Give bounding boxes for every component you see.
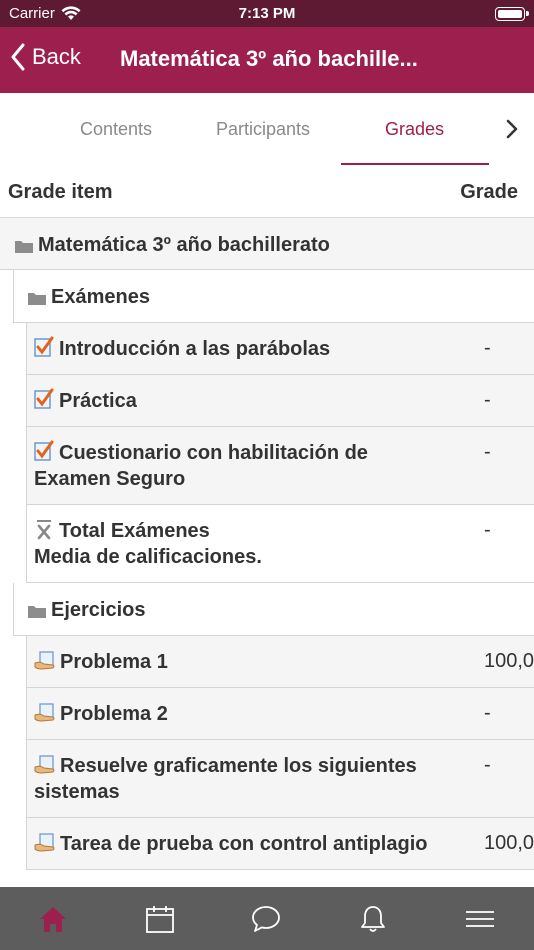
grade-value: - — [484, 389, 491, 411]
assignment-hand-icon — [34, 703, 55, 722]
category-label: Exámenes — [27, 286, 150, 308]
header-grade-item: Grade item — [8, 181, 113, 203]
grade-item-row[interactable]: Tarea de prueba con control antiplagio 1… — [26, 818, 534, 870]
grade-item-row[interactable]: Problema 2 - — [26, 688, 534, 740]
mean-x-bar-icon — [37, 520, 51, 540]
assignment-hand-icon — [34, 833, 55, 852]
folder-icon — [28, 606, 46, 618]
back-label: Back — [32, 44, 81, 69]
grade-total-row[interactable]: Total Exámenes Media de calificaciones. … — [26, 505, 534, 583]
tab-contents[interactable]: Contents — [80, 119, 152, 140]
tab-strip: Contents Participants Grades — [0, 93, 534, 165]
home-icon[interactable] — [38, 904, 68, 934]
category-row: Ejercicios — [13, 583, 534, 636]
assignment-hand-icon — [34, 651, 55, 670]
grade-item-sublabel: Media de calificaciones. — [34, 546, 262, 568]
grade-value: - — [484, 754, 491, 776]
navigation-bar: Back Matemática 3º año bachille... — [0, 27, 534, 93]
grade-item-row[interactable]: Práctica - — [26, 375, 534, 427]
category-label: Ejercicios — [27, 599, 146, 621]
header-grade: Grade — [460, 181, 518, 203]
quiz-check-icon — [34, 440, 54, 461]
grade-item-label: Práctica — [34, 388, 444, 414]
course-row: Matemática 3º año bachillerato — [0, 218, 534, 270]
folder-icon — [28, 293, 46, 305]
grade-item-label: Resuelve graficamente los siguientes sis… — [34, 755, 417, 803]
grade-value: 100,00 — [484, 832, 534, 854]
grade-item-label: Cuestionario con habilitación de Examen … — [34, 440, 368, 490]
menu-icon[interactable] — [465, 904, 495, 934]
folder-icon — [15, 241, 33, 253]
grade-item-row[interactable]: Cuestionario con habilitación de Examen … — [26, 427, 534, 505]
grade-value: - — [484, 519, 491, 541]
grades-table-header: Grade item Grade — [0, 165, 534, 218]
grade-item-row[interactable]: Resuelve graficamente los siguientes sis… — [26, 740, 534, 818]
notifications-bell-icon[interactable] — [358, 904, 388, 934]
grade-item-label: Problema 2 — [34, 701, 444, 727]
bottom-tab-bar — [0, 887, 534, 950]
page-title: Matemática 3º año bachille... — [120, 46, 418, 71]
tab-grades[interactable]: Grades — [385, 119, 444, 140]
grade-value: - — [484, 441, 491, 463]
grade-value: - — [484, 337, 491, 359]
grade-item-label: Introducción a las parábolas — [34, 336, 444, 362]
quiz-check-icon — [34, 336, 54, 357]
grades-table: Matemática 3º año bachillerato Exámenes … — [0, 218, 534, 887]
grade-item-row[interactable]: Problema 1 100,00 — [26, 636, 534, 688]
grade-value: - — [484, 702, 491, 724]
status-time: 7:13 PM — [238, 5, 296, 22]
status-bar: Carrier 7:13 PM — [0, 0, 534, 27]
grade-item-label: Tarea de prueba con control antiplagio — [34, 831, 444, 857]
assignment-hand-icon — [34, 755, 55, 774]
course-label: Matemática 3º año bachillerato — [14, 234, 330, 256]
tab-participants[interactable]: Participants — [216, 119, 310, 140]
battery-icon — [495, 7, 529, 21]
messages-icon[interactable] — [251, 904, 281, 934]
category-row: Exámenes — [13, 270, 534, 323]
calendar-icon[interactable] — [145, 904, 175, 934]
chevron-left-icon — [11, 43, 25, 71]
grade-value: 100,00 — [484, 650, 534, 672]
grade-item-label: Problema 1 — [34, 649, 444, 675]
grade-item-row[interactable]: Introducción a las parábolas - — [26, 323, 534, 375]
grade-item-label: Total Exámenes — [34, 518, 444, 544]
chevron-right-icon[interactable] — [502, 117, 522, 141]
back-button[interactable]: Back — [10, 43, 81, 71]
quiz-check-icon — [34, 388, 54, 409]
